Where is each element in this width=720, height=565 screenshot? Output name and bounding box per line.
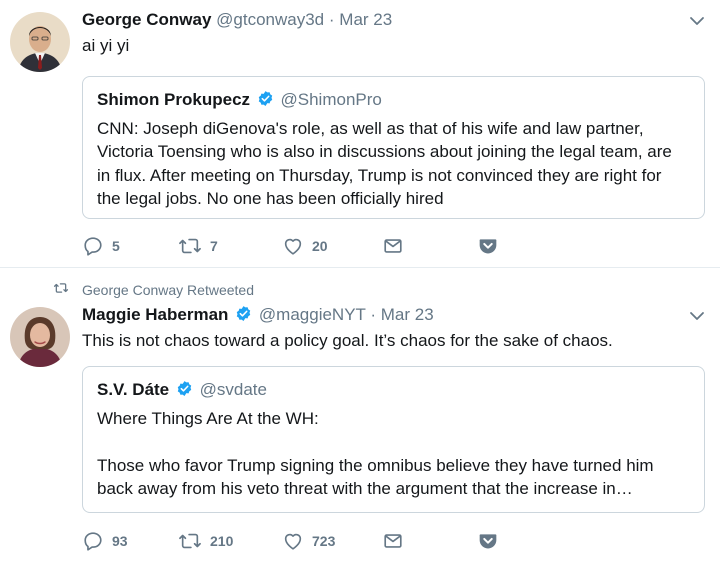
quoted-author-handle: @svdate xyxy=(199,380,267,399)
quoted-author-handle: @ShimonPro xyxy=(280,90,382,109)
quoted-text-line: in flux. After meeting on Thursday, Trum… xyxy=(97,165,662,185)
quoted-text-line: Where Things Are At the WH: xyxy=(97,408,319,428)
separator: · xyxy=(328,10,335,29)
retweet-icon xyxy=(178,235,202,257)
retweet-icon xyxy=(178,530,202,552)
author-name[interactable]: George Conway xyxy=(82,10,211,29)
quoted-tweet[interactable]: S.V. Dáte @svdate Where Things Are At th… xyxy=(82,366,705,513)
retweet-count: 210 xyxy=(210,533,234,549)
reply-count: 93 xyxy=(112,533,128,549)
reply-icon xyxy=(82,530,104,552)
verified-badge-icon xyxy=(235,305,252,327)
tweet[interactable]: George Conway @gtconway3d · Mar 23 ai yi… xyxy=(0,0,720,268)
tweet[interactable]: George Conway Retweeted Maggie Haberman … xyxy=(0,269,720,565)
reply-button[interactable]: 93 xyxy=(82,529,128,553)
quoted-text-line: back away from his veto threat with the … xyxy=(97,479,633,498)
chevron-down-icon[interactable] xyxy=(688,12,706,30)
author-handle[interactable]: @gtconway3d xyxy=(216,10,324,29)
quoted-tweet[interactable]: Shimon Prokupecz @ShimonPro CNN: Joseph … xyxy=(82,76,705,219)
quoted-text-line: CNN: Joseph diGenova's role, as well as … xyxy=(97,118,644,138)
like-count: 723 xyxy=(312,533,336,549)
tweet-actions: 5 7 20 xyxy=(82,234,512,258)
tweet-header: Maggie Haberman @maggieNYT · Mar 23 xyxy=(82,305,434,327)
retweet-count: 7 xyxy=(210,238,218,254)
heart-icon xyxy=(282,235,304,257)
pocket-icon xyxy=(478,531,498,551)
direct-message-button[interactable] xyxy=(382,234,404,258)
author-name[interactable]: Maggie Haberman xyxy=(82,305,228,324)
pocket-button[interactable] xyxy=(478,529,498,553)
like-count: 20 xyxy=(312,238,328,254)
tweet-date[interactable]: Mar 23 xyxy=(381,305,434,324)
quoted-text-line: the legal jobs. No one has been official… xyxy=(97,189,444,208)
avatar[interactable] xyxy=(10,12,70,72)
tweet-actions: 93 210 723 xyxy=(82,529,512,553)
retweet-button[interactable]: 210 xyxy=(178,529,233,553)
tweet-text: This is not chaos toward a policy goal. … xyxy=(82,331,613,350)
retweet-context-label[interactable]: George Conway Retweeted xyxy=(82,282,254,298)
reply-button[interactable]: 5 xyxy=(82,234,120,258)
author-handle[interactable]: @maggieNYT xyxy=(259,305,366,324)
reply-icon xyxy=(82,235,104,257)
quoted-text-line: Those who favor Trump signing the omnibu… xyxy=(97,455,654,475)
retweet-context: George Conway Retweeted xyxy=(52,281,254,298)
like-button[interactable]: 723 xyxy=(282,529,335,553)
verified-badge-icon xyxy=(257,90,274,114)
envelope-icon xyxy=(382,235,404,257)
pocket-icon xyxy=(478,236,498,256)
separator: · xyxy=(370,305,377,324)
verified-badge-icon xyxy=(176,380,193,404)
tweet-header: George Conway @gtconway3d · Mar 23 xyxy=(82,10,392,30)
like-button[interactable]: 20 xyxy=(282,234,328,258)
direct-message-button[interactable] xyxy=(382,529,404,553)
tweet-date[interactable]: Mar 23 xyxy=(339,10,392,29)
reply-count: 5 xyxy=(112,238,120,254)
envelope-icon xyxy=(382,530,404,552)
quoted-author-name: Shimon Prokupecz xyxy=(97,90,251,109)
chevron-down-icon[interactable] xyxy=(688,307,706,325)
pocket-button[interactable] xyxy=(478,234,498,258)
avatar[interactable] xyxy=(10,307,70,367)
quoted-author-name: S.V. Dáte xyxy=(97,380,170,399)
heart-icon xyxy=(282,530,304,552)
tweet-text: ai yi yi xyxy=(82,36,130,55)
quoted-text-line: Victoria Toensing who is also in discuss… xyxy=(97,142,672,161)
quoted-text-spacer xyxy=(97,430,690,454)
retweet-button[interactable]: 7 xyxy=(178,234,218,258)
retweet-icon xyxy=(52,281,82,298)
